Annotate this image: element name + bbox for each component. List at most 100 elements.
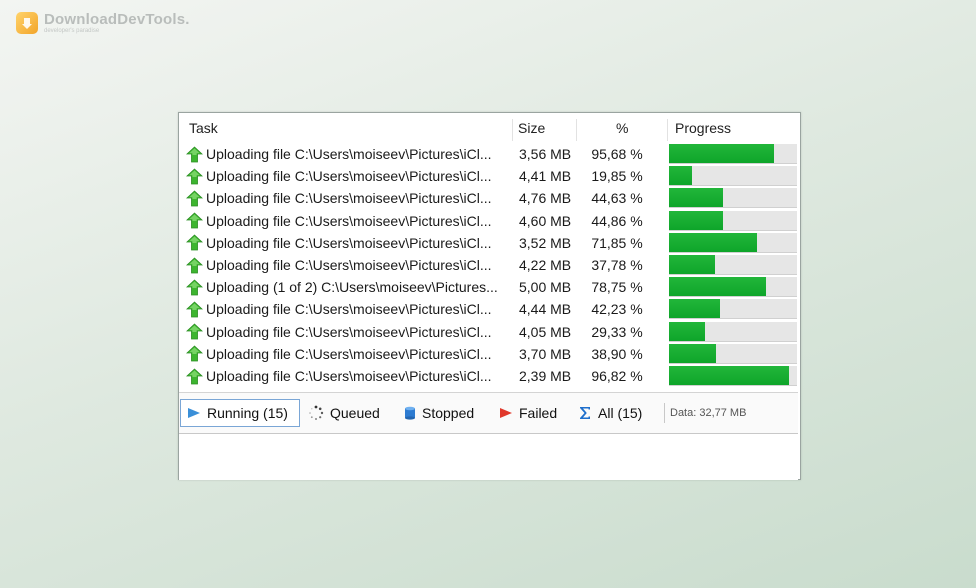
table-row[interactable]: Uploading file C:\Users\moiseev\Pictures…	[179, 165, 798, 187]
task-name: Uploading file C:\Users\moiseev\Pictures…	[206, 368, 492, 384]
filter-tabs: Running (15) Queued Stopped Failed All (…	[179, 392, 798, 433]
progress-bar	[669, 210, 797, 231]
progress-bar	[669, 277, 797, 298]
size-cell: 3,52 MB	[519, 234, 572, 251]
column-divider[interactable]	[576, 119, 577, 141]
progress-fill	[669, 188, 723, 208]
task-name: Uploading file C:\Users\moiseev\Pictures…	[206, 146, 492, 162]
upload-arrow-icon	[186, 256, 203, 273]
percent-cell: 44,63 %	[591, 190, 643, 207]
progress-bar	[669, 144, 797, 164]
progress-bar	[669, 299, 797, 320]
column-header-task[interactable]: Task	[189, 117, 218, 143]
task-cell: Uploading file C:\Users\moiseev\Pictures…	[186, 232, 514, 254]
spinner-icon	[309, 405, 324, 420]
tab-queued[interactable]: Queued	[308, 399, 380, 427]
upload-arrow-icon	[186, 367, 203, 384]
percent-cell: 71,85 %	[591, 234, 643, 251]
progress-fill	[669, 144, 774, 163]
size-cell: 4,05 MB	[519, 323, 572, 340]
percent-cell: 19,85 %	[591, 168, 643, 185]
divider	[664, 403, 665, 423]
column-divider[interactable]	[667, 119, 668, 141]
size-cell: 3,56 MB	[519, 146, 572, 162]
upload-arrow-icon	[186, 323, 203, 340]
task-name: Uploading file C:\Users\moiseev\Pictures…	[206, 345, 492, 362]
upload-arrow-icon	[186, 301, 203, 318]
task-cell: Uploading file C:\Users\moiseev\Pictures…	[186, 187, 514, 209]
table-row[interactable]: Uploading file C:\Users\moiseev\Pictures…	[179, 343, 798, 365]
tab-running-label: Running (15)	[207, 405, 288, 421]
percent-cell: 44,86 %	[591, 212, 643, 229]
database-icon	[405, 406, 415, 420]
progress-fill	[669, 166, 693, 186]
red-arrow-icon	[500, 408, 512, 418]
column-header-progress[interactable]: Progress	[675, 117, 731, 143]
table-row[interactable]: Uploading (1 of 2) C:\Users\moiseev\Pict…	[179, 276, 798, 298]
progress-fill	[669, 210, 723, 230]
logo-subtitle: developer's paradise	[44, 28, 100, 34]
table-row[interactable]: Uploading file C:\Users\moiseev\Pictures…	[179, 298, 798, 320]
table-row[interactable]: Uploading file C:\Users\moiseev\Pictures…	[179, 187, 798, 209]
tab-queued-label: Queued	[330, 405, 380, 421]
progress-fill	[669, 277, 767, 297]
progress-bar	[669, 188, 797, 209]
table-header: Task Size % Progress	[179, 117, 798, 143]
tab-all-label: All (15)	[598, 405, 643, 421]
logo-title: DownloadDevTools.	[44, 11, 190, 28]
task-cell: Uploading file C:\Users\moiseev\Pictures…	[186, 343, 514, 365]
progress-bar	[669, 166, 797, 187]
progress-bar	[669, 343, 797, 364]
upload-arrow-icon	[186, 145, 203, 162]
upload-arrow-icon	[186, 345, 203, 362]
task-cell: Uploading (1 of 2) C:\Users\moiseev\Pict…	[186, 276, 514, 298]
task-name: Uploading file C:\Users\moiseev\Pictures…	[206, 234, 492, 251]
progress-fill	[669, 299, 721, 319]
task-name: Uploading file C:\Users\moiseev\Pictures…	[206, 190, 492, 207]
table-row[interactable]: Uploading file C:\Users\moiseev\Pictures…	[179, 321, 798, 343]
task-cell: Uploading file C:\Users\moiseev\Pictures…	[186, 210, 514, 232]
progress-fill	[669, 366, 790, 385]
column-header-size[interactable]: Size	[518, 117, 545, 143]
size-cell: 5,00 MB	[519, 279, 572, 296]
tab-failed[interactable]: Failed	[499, 399, 557, 427]
tab-stopped-label: Stopped	[422, 405, 475, 421]
task-name: Uploading file C:\Users\moiseev\Pictures…	[206, 212, 492, 229]
column-header-percent[interactable]: %	[616, 117, 628, 143]
upload-arrow-icon	[186, 279, 203, 296]
upload-arrow-icon	[186, 212, 203, 229]
tab-failed-label: Failed	[519, 405, 558, 421]
table-row[interactable]: Uploading file C:\Users\moiseev\Pictures…	[179, 232, 798, 254]
logo: DownloadDevTools. developer's paradise	[16, 12, 190, 35]
task-cell: Uploading file C:\Users\moiseev\Pictures…	[186, 298, 514, 320]
table-row[interactable]: Uploading file C:\Users\moiseev\Pictures…	[179, 210, 798, 232]
percent-cell: 42,23 %	[591, 301, 643, 318]
table-row[interactable]: Uploading file C:\Users\moiseev\Pictures…	[179, 254, 798, 276]
task-cell: Uploading file C:\Users\moiseev\Pictures…	[186, 254, 514, 276]
tab-stopped[interactable]: Stopped	[404, 399, 474, 427]
upload-arrow-icon	[186, 190, 203, 207]
progress-bar	[669, 232, 797, 253]
percent-cell: 37,78 %	[591, 257, 643, 273]
task-cell: Uploading file C:\Users\moiseev\Pictures…	[186, 143, 514, 165]
progress-fill	[669, 255, 716, 274]
play-icon	[188, 408, 200, 418]
column-divider[interactable]	[512, 119, 513, 141]
tab-all[interactable]: All (15)	[578, 399, 642, 427]
upload-arrow-icon	[186, 234, 203, 251]
size-cell: 4,22 MB	[519, 257, 572, 273]
task-cell: Uploading file C:\Users\moiseev\Pictures…	[186, 321, 514, 343]
progress-fill	[669, 321, 705, 341]
percent-cell: 38,90 %	[591, 345, 643, 362]
task-cell: Uploading file C:\Users\moiseev\Pictures…	[186, 365, 514, 387]
tab-running[interactable]: Running (15)	[180, 399, 300, 427]
table-row[interactable]: Uploading file C:\Users\moiseev\Pictures…	[179, 365, 798, 387]
size-cell: 4,44 MB	[519, 301, 572, 318]
size-cell: 2,39 MB	[519, 368, 572, 384]
table-row[interactable]: Uploading file C:\Users\moiseev\Pictures…	[179, 143, 798, 165]
data-total: Data: 32,77 MB	[670, 407, 747, 419]
task-name: Uploading file C:\Users\moiseev\Pictures…	[206, 323, 492, 340]
sigma-icon	[580, 407, 590, 419]
progress-bar	[669, 321, 797, 342]
percent-cell: 29,33 %	[591, 323, 643, 340]
